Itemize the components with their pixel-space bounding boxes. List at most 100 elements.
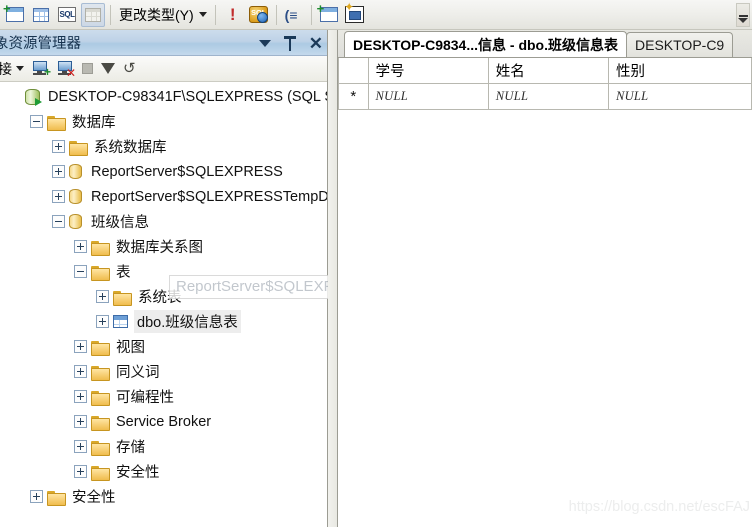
tree-node[interactable]: Service Broker — [0, 409, 327, 434]
grid-row[interactable]: * NULL NULL NULL — [338, 84, 752, 110]
folder-icon — [91, 465, 110, 481]
chevron-down-icon[interactable] — [258, 39, 271, 47]
tree-node[interactable]: ReportServer$SQLEXPRESS — [0, 159, 327, 184]
expand-toggle[interactable] — [74, 340, 87, 353]
refresh-button[interactable]: ↺ — [120, 58, 144, 80]
connect-button[interactable]: 接 — [0, 58, 27, 80]
tree-node-label: DESKTOP-C98341F\SQLEXPRESS (SQL Se — [48, 88, 327, 105]
folder-icon — [47, 115, 66, 131]
expand-toggle[interactable] — [74, 240, 87, 253]
expand-toggle[interactable] — [96, 315, 109, 328]
pin-icon[interactable] — [283, 35, 297, 51]
results-pane-button[interactable] — [81, 2, 105, 27]
new-query-button[interactable] — [343, 1, 367, 27]
tree-node[interactable]: 视图 — [0, 334, 327, 359]
stop-button — [79, 58, 96, 80]
execute-sql-button[interactable]: SQL — [247, 3, 271, 27]
collapse-toggle[interactable] — [74, 265, 87, 278]
tree-node[interactable]: 同义词 — [0, 359, 327, 384]
tree-node[interactable]: 安全性 — [0, 459, 327, 484]
group-by-button[interactable]: (≡ — [282, 3, 306, 27]
diagram-pane-button[interactable] — [3, 2, 27, 27]
grid-body[interactable]: * NULL NULL NULL — [338, 84, 752, 110]
tree-node[interactable]: 安全性 — [0, 484, 327, 509]
results-grid[interactable]: 学号 姓名 性别 * NULL NULL NULL https://blog.csdn.n… — [338, 58, 752, 527]
grid-column-header[interactable]: 姓名 — [488, 58, 609, 84]
grid-cell-value: NULL — [615, 89, 649, 103]
close-icon[interactable]: ✕ — [309, 35, 323, 52]
database-icon — [69, 164, 82, 179]
sql-pane-icon: SQL — [58, 7, 76, 22]
exclamation-icon: ! — [229, 5, 236, 24]
grid-row-header[interactable]: * — [338, 84, 369, 110]
grid-column-header[interactable]: 性别 — [608, 58, 752, 84]
panel-splitter[interactable] — [328, 30, 338, 527]
filter-button[interactable] — [98, 58, 118, 80]
tree-node-label: 安全性 — [72, 490, 116, 506]
change-type-button[interactable]: 更改类型(Y) — [115, 3, 211, 27]
folder-icon — [91, 365, 110, 381]
tree-node-label: 视图 — [116, 340, 145, 356]
expand-toggle[interactable] — [74, 365, 87, 378]
grid-cell[interactable]: NULL — [368, 84, 489, 110]
database-icon — [69, 214, 82, 229]
document-tab[interactable]: DESKTOP-C9 — [626, 32, 734, 57]
main-toolbar: SQL 更改类型(Y) ! SQL (≡ — [0, 0, 752, 30]
tree-node[interactable]: ReportServer$SQLEXPRESSTempD — [0, 184, 327, 209]
grid-column-header-label: 学号 — [375, 64, 405, 80]
document-tab-active[interactable]: DESKTOP-C9834...信息 - dbo.班级信息表 — [344, 31, 627, 57]
tree-node-label: 系统数据库 — [94, 140, 167, 156]
tree-node[interactable]: 数据库关系图 — [0, 234, 327, 259]
disconnect-object-explorer-button[interactable]: ✕ — [54, 58, 77, 80]
tree-node-label: 安全性 — [116, 465, 160, 481]
tree-node[interactable]: 系统数据库 — [0, 134, 327, 159]
folder-icon — [91, 265, 110, 281]
tree-node[interactable]: 可编程性 — [0, 384, 327, 409]
tree-node[interactable]: 班级信息 — [0, 209, 327, 234]
collapse-toggle[interactable] — [52, 215, 65, 228]
connect-object-explorer-button[interactable]: + — [29, 58, 52, 80]
object-explorer-toolbar: 接 + ✕ ↺ — [0, 56, 327, 82]
expand-toggle[interactable] — [52, 165, 65, 178]
expand-toggle[interactable] — [74, 415, 87, 428]
tree-node-label: 存储 — [116, 440, 145, 456]
disconnect-object-explorer-icon: ✕ — [57, 61, 76, 79]
connect-label: 接 — [0, 60, 12, 77]
verify-sql-button[interactable]: ! — [221, 3, 245, 27]
tree-node[interactable]: 存储 — [0, 434, 327, 459]
tree-node-label: 班级信息 — [91, 215, 149, 231]
grid-cell-value: NULL — [375, 89, 408, 103]
tree-node-label: 数据库 — [72, 115, 116, 131]
grid-cell[interactable]: NULL — [608, 84, 752, 110]
tree-node-label: 表 — [116, 265, 131, 281]
sql-pane-button[interactable]: SQL — [55, 3, 79, 27]
grid-column-header-label: 性别 — [615, 64, 645, 80]
tree-node-label: 数据库关系图 — [116, 240, 203, 256]
expand-toggle[interactable] — [30, 490, 43, 503]
tree-node-label: ReportServer$SQLEXPRESS — [91, 163, 283, 180]
add-table-button[interactable] — [317, 2, 341, 27]
folder-icon — [91, 340, 110, 356]
grid-column-header[interactable]: 学号 — [368, 58, 489, 84]
expand-toggle[interactable] — [74, 440, 87, 453]
expand-toggle[interactable] — [96, 290, 109, 303]
expand-toggle[interactable] — [74, 465, 87, 478]
collapse-toggle[interactable] — [30, 115, 43, 128]
object-explorer-titlebar: 象资源管理器 ✕ — [0, 30, 327, 56]
object-explorer-tree[interactable]: DESKTOP-C98341F\SQLEXPRESS (SQL Se 数据库系统数… — [0, 82, 327, 527]
toolbar-separator-1 — [110, 4, 111, 25]
expand-toggle[interactable] — [52, 140, 65, 153]
grid-cell[interactable]: NULL — [488, 84, 609, 110]
tree-node[interactable]: 数据库 — [0, 109, 327, 134]
expand-toggle[interactable] — [74, 390, 87, 403]
criteria-pane-button[interactable] — [29, 3, 53, 27]
expand-toggle[interactable] — [52, 190, 65, 203]
folder-icon — [91, 415, 110, 431]
tree-node[interactable]: dbo.班级信息表 — [0, 309, 327, 334]
toolbar-overflow-button[interactable] — [736, 3, 750, 27]
tree-node[interactable]: DESKTOP-C98341F\SQLEXPRESS (SQL Se — [0, 84, 327, 109]
folder-icon — [91, 390, 110, 406]
stop-icon — [82, 63, 93, 74]
chevron-down-icon — [198, 12, 207, 17]
database-icon — [69, 189, 82, 204]
